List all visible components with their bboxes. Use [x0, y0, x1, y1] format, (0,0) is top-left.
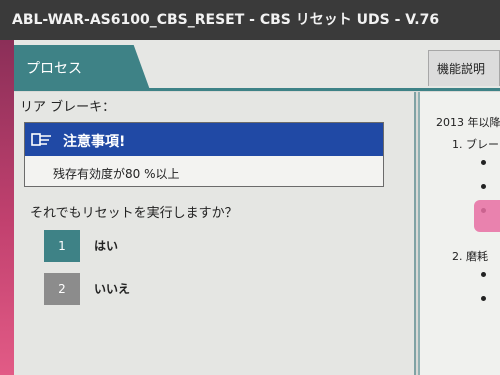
- bullet-icon: [481, 160, 486, 165]
- tab-process[interactable]: プロセス: [14, 45, 150, 90]
- window-title: ABL-WAR-AS6100_CBS_RESET - CBS リセット UDS …: [0, 0, 500, 40]
- bullet-icon: [481, 272, 486, 277]
- tab-underline: [14, 88, 500, 91]
- notice-body: 残存有効度が80 %以上: [53, 167, 180, 181]
- bullet-icon: [481, 184, 486, 189]
- screen-glare: [474, 200, 500, 232]
- description-item-2: 2. 磨耗: [452, 250, 488, 263]
- notice-box: 注意事項! 残存有効度が80 %以上: [24, 122, 384, 187]
- option-yes[interactable]: 1 はい: [44, 230, 264, 262]
- confirmation-question: それでもリセットを実行しますか？: [30, 206, 238, 221]
- description-panel: [418, 92, 500, 375]
- bullet-icon: [481, 296, 486, 301]
- notice-title: 注意事項!: [63, 134, 126, 150]
- desktop-background-edge: [0, 40, 14, 375]
- description-item-1: 1. ブレー: [452, 138, 499, 151]
- option-yes-number[interactable]: 1: [44, 230, 80, 262]
- hand-pointer-icon: [31, 133, 51, 146]
- tab-function-description[interactable]: 機能説明: [428, 50, 500, 86]
- notice-header: 注意事項!: [25, 123, 383, 156]
- option-no-number[interactable]: 2: [44, 273, 80, 305]
- section-title: リア ブレーキ：: [20, 100, 116, 115]
- description-line: 2013 年以降: [436, 116, 500, 129]
- option-no[interactable]: 2 いいえ: [44, 273, 264, 305]
- option-no-label[interactable]: いいえ: [94, 273, 130, 305]
- option-yes-label[interactable]: はい: [94, 230, 118, 262]
